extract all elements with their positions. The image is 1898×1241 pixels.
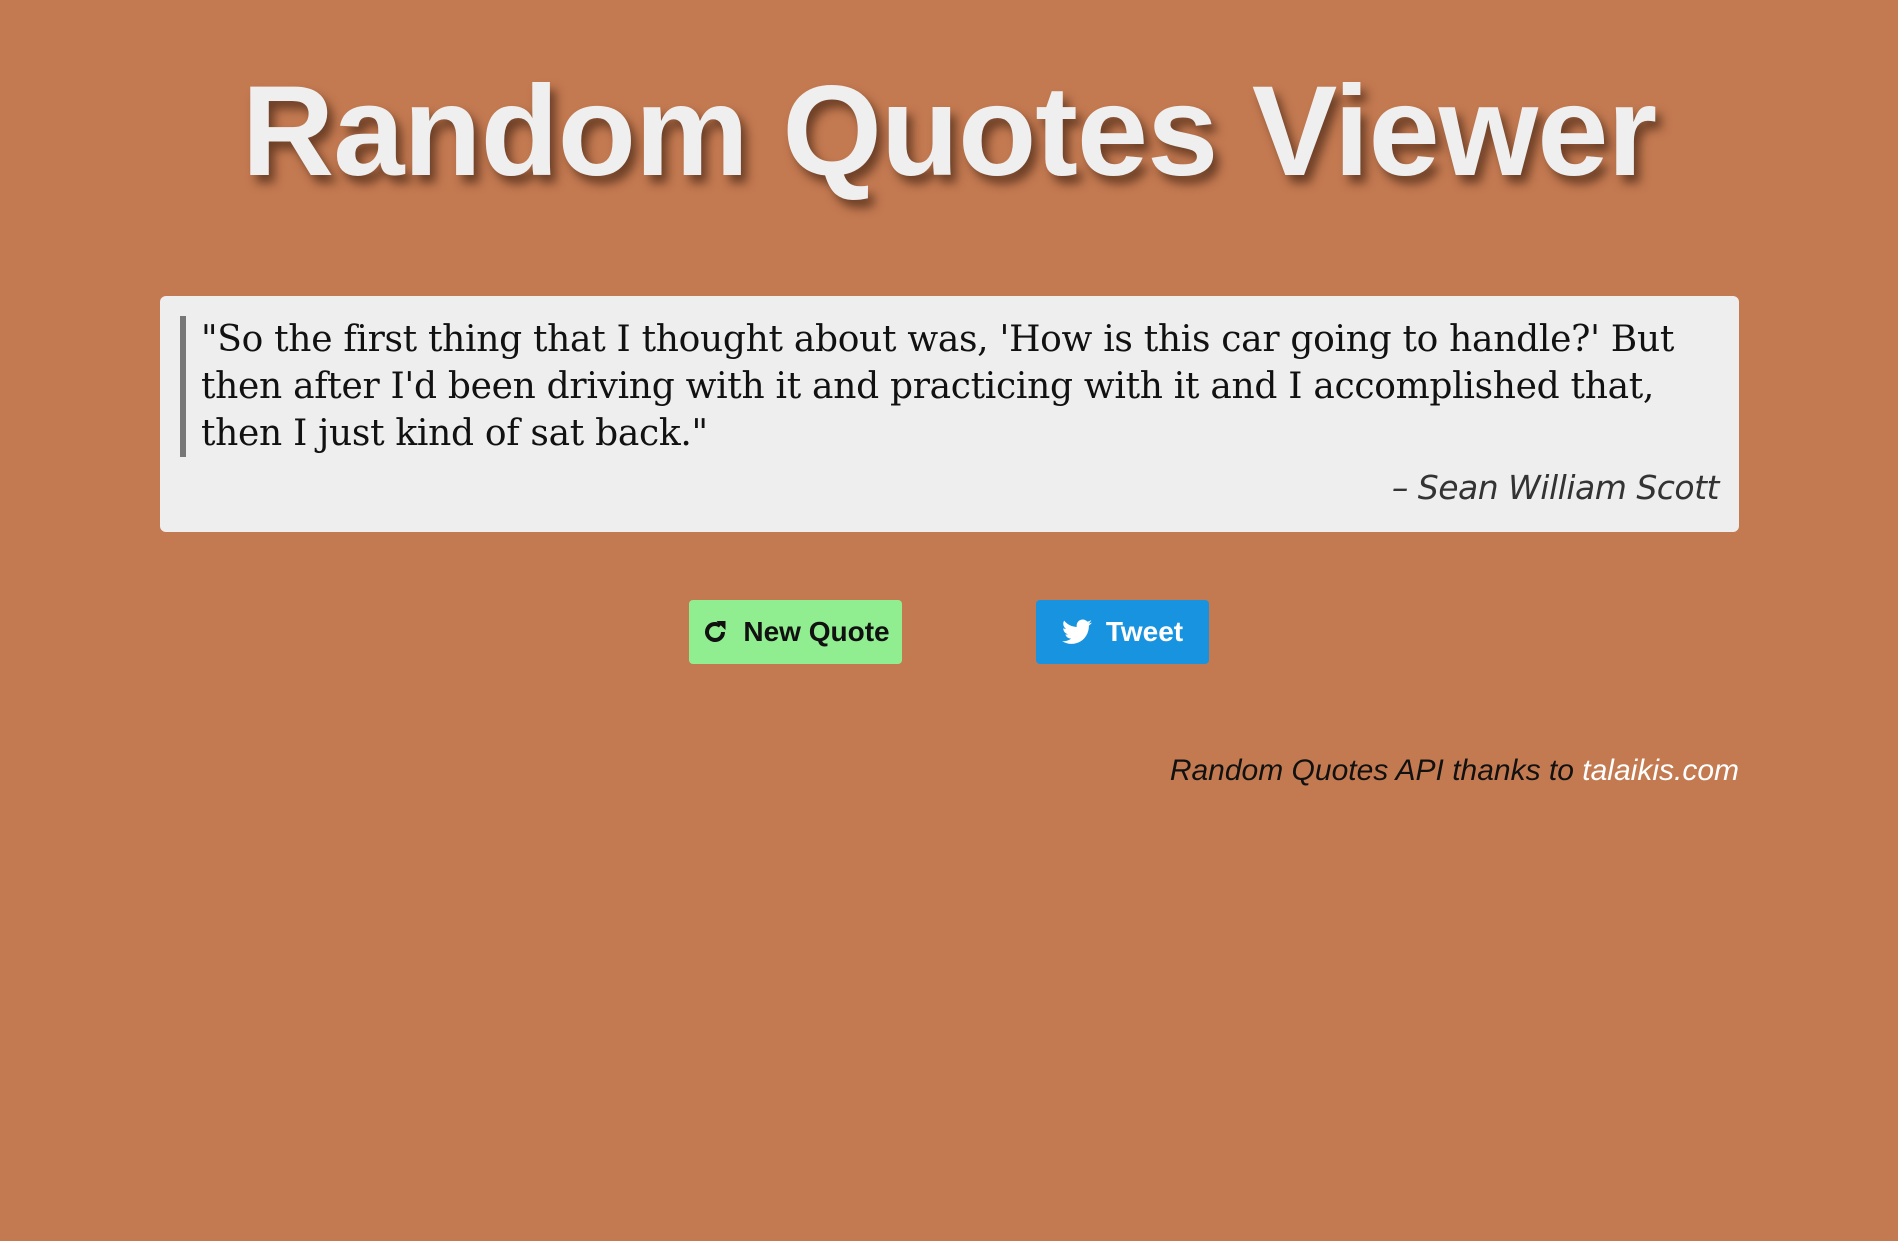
quote-text: "So the first thing that I thought about… xyxy=(201,319,1675,454)
api-credit: Random Quotes API thanks to talaikis.com xyxy=(1170,754,1739,788)
talaikis-link[interactable]: talaikis.com xyxy=(1582,754,1739,787)
tweet-label: Tweet xyxy=(1105,616,1184,647)
credit-text: Random Quotes API thanks to xyxy=(1169,754,1583,787)
tweet-button[interactable]: Tweet xyxy=(1036,600,1209,664)
quote-blockquote: "So the first thing that I thought about… xyxy=(180,316,1680,457)
new-quote-label: New Quote xyxy=(743,616,890,647)
quote-author: – Sean William Scott xyxy=(1391,468,1720,507)
quote-card: "So the first thing that I thought about… xyxy=(160,296,1739,532)
new-quote-button[interactable]: New Quote xyxy=(689,600,902,664)
twitter-icon xyxy=(1061,619,1092,645)
refresh-icon xyxy=(701,618,729,646)
page-title: Random Quotes Viewer xyxy=(241,60,1657,203)
